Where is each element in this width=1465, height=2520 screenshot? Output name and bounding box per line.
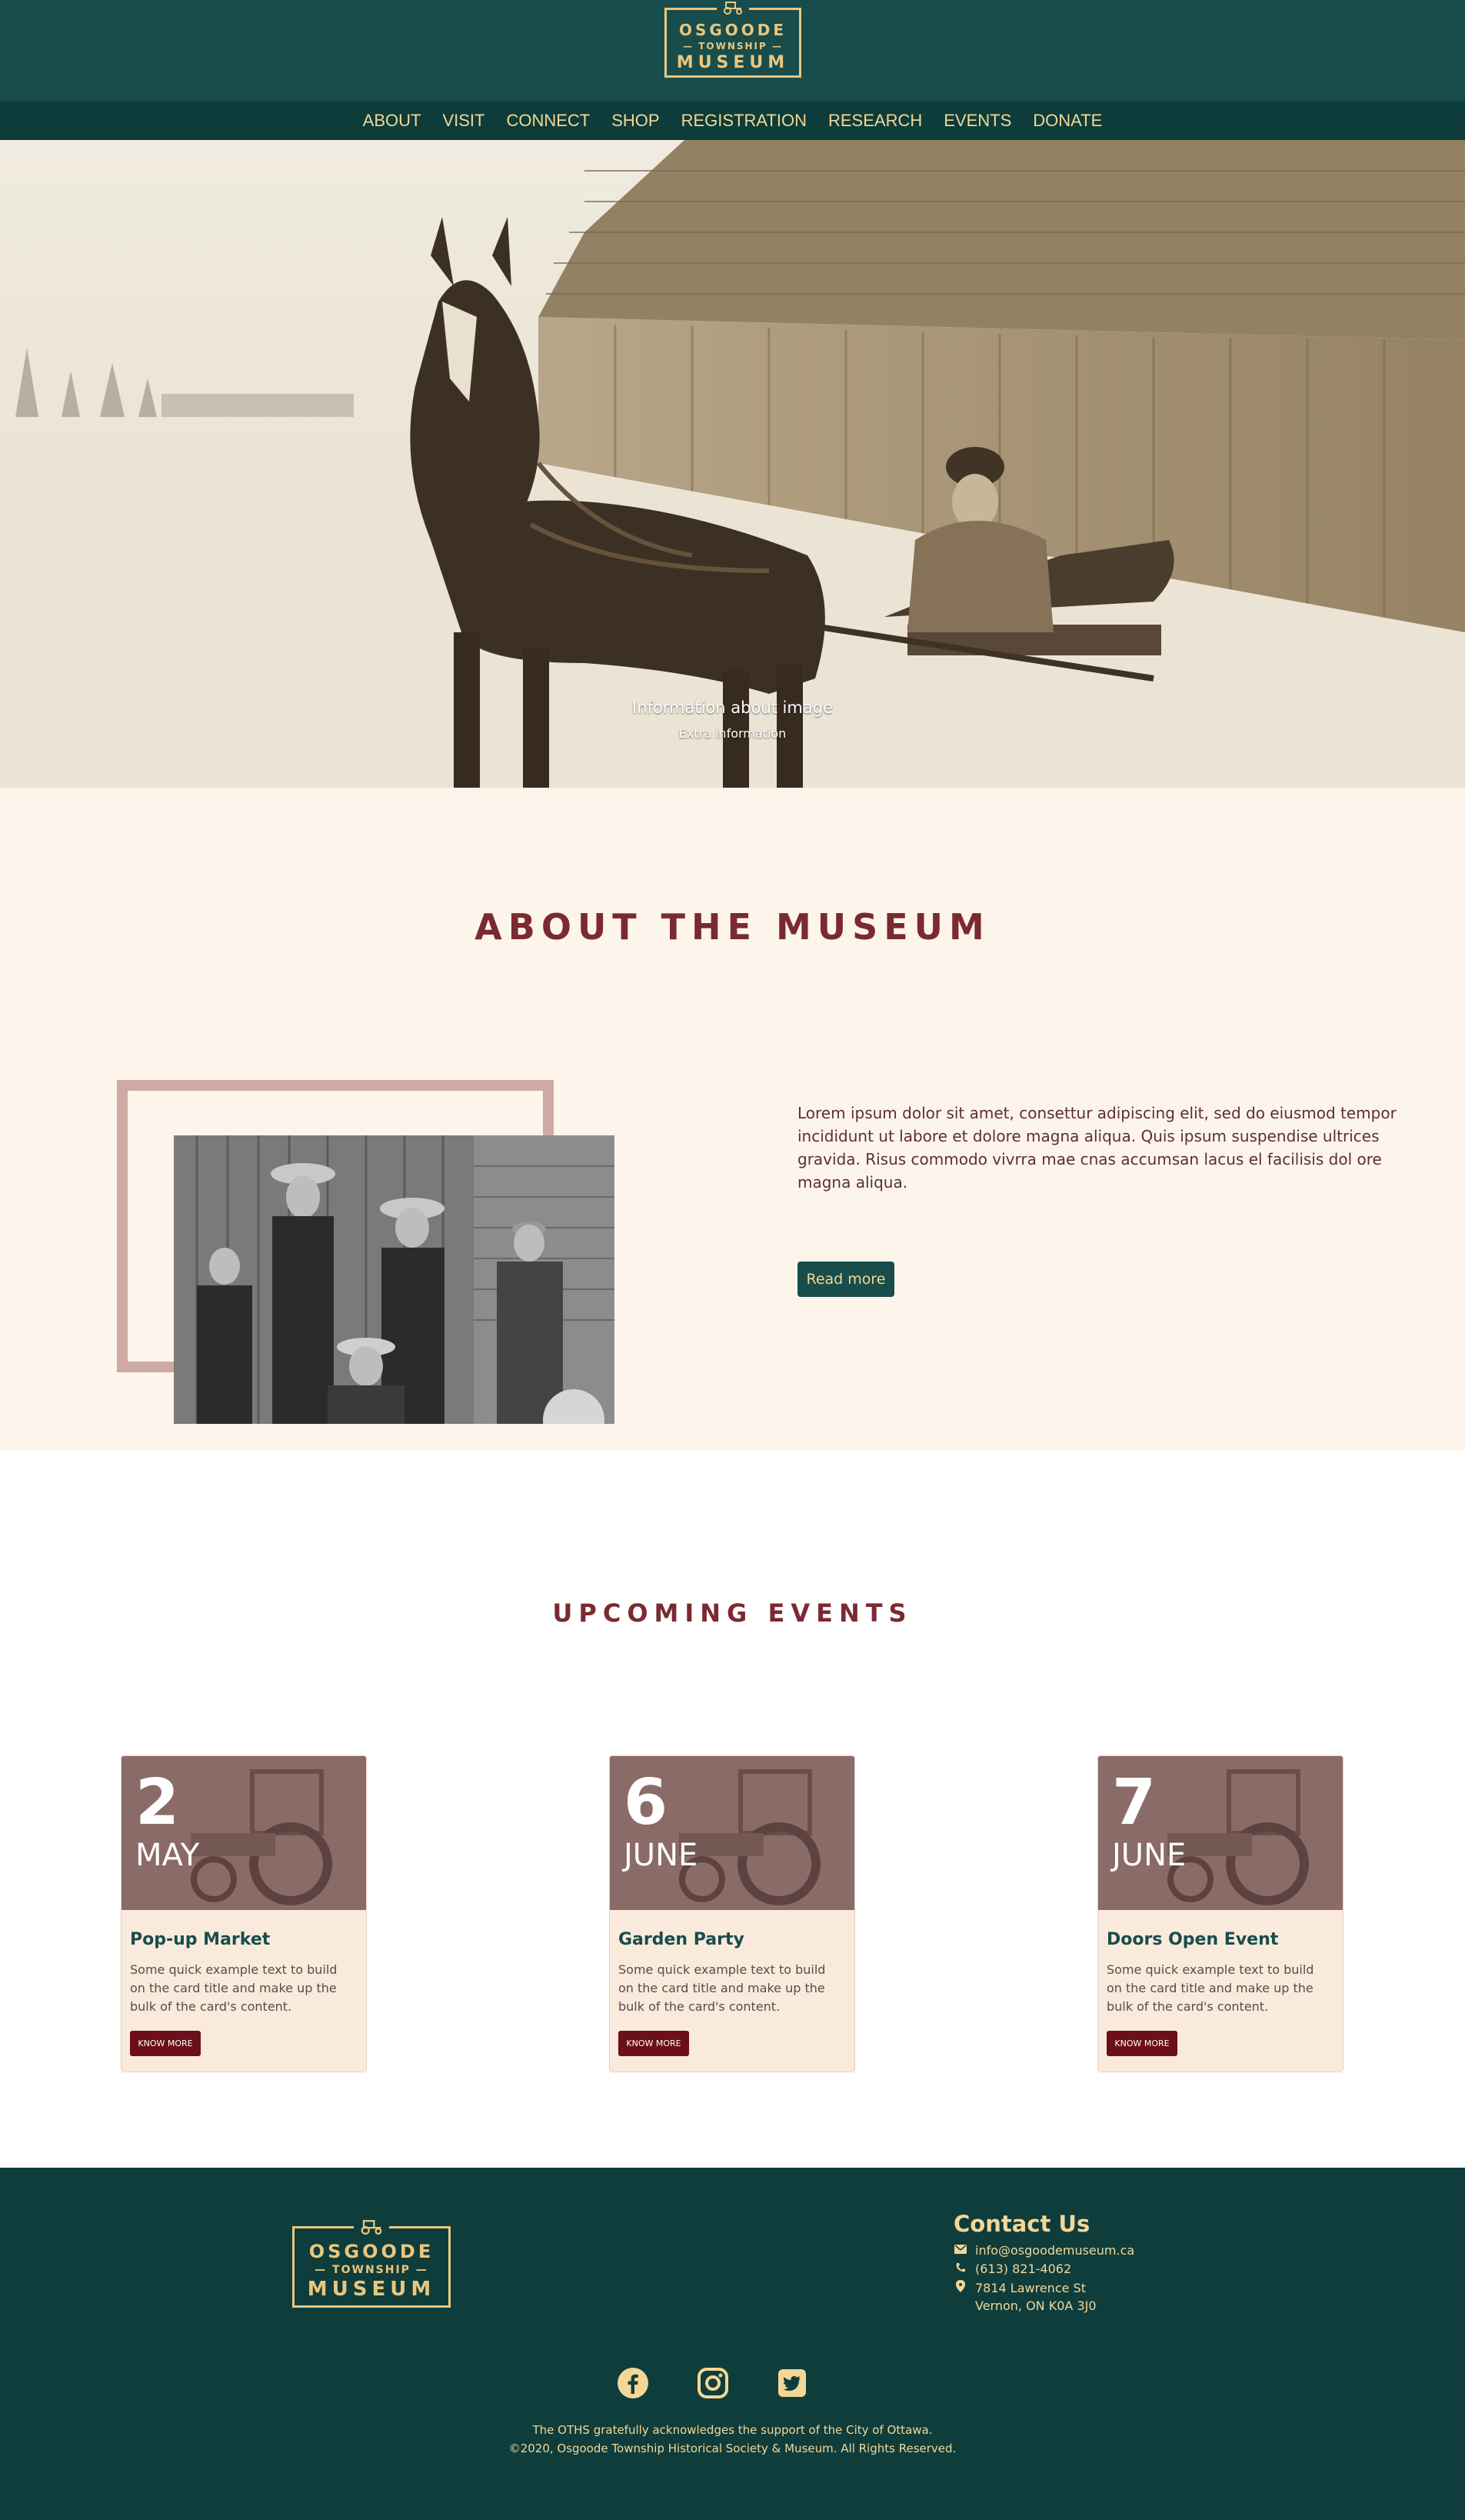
logo-line-2: — TOWNSHIP — bbox=[315, 2264, 428, 2276]
know-more-button[interactable]: KNOW MORE bbox=[618, 2031, 689, 2056]
nav-about[interactable]: ABOUT bbox=[363, 111, 421, 131]
event-month: MAY bbox=[135, 1838, 200, 1873]
facebook-icon[interactable] bbox=[616, 2366, 650, 2400]
events-title: UPCOMING EVENTS bbox=[552, 1598, 913, 1628]
logo-line-1: OSGOODE bbox=[308, 2241, 435, 2262]
event-day: 7 bbox=[1112, 1766, 1157, 1839]
hero-caption: Information about image bbox=[632, 698, 833, 717]
about-section: ABOUT THE MUSEUM Lorem ipsum dolor sit a… bbox=[0, 788, 1465, 1451]
event-month: JUNE bbox=[624, 1838, 698, 1873]
event-text: Some quick example text to build on the … bbox=[618, 1962, 826, 2014]
copyright-text: ©2020, Osgoode Township Historical Socie… bbox=[508, 2442, 957, 2455]
footer-logo[interactable]: OSGOODE — TOWNSHIP — MUSEUM bbox=[292, 2219, 451, 2308]
contact-address-line-1: 7814 Lawrence St bbox=[975, 2280, 1086, 2295]
contact-phone-text: (613) 821-4062 bbox=[975, 2262, 1072, 2276]
map-marker-icon bbox=[954, 2280, 967, 2295]
event-title: Pop-up Market bbox=[130, 1930, 271, 1949]
site-footer: OSGOODE — TOWNSHIP — MUSEUM Contact Us i… bbox=[0, 2168, 1465, 2520]
contact-address: 7814 Lawrence St bbox=[954, 2280, 1086, 2295]
about-photo bbox=[174, 1135, 614, 1424]
about-text: Lorem ipsum dolor sit amet, consettur ad… bbox=[797, 1104, 1397, 1192]
event-day: 6 bbox=[624, 1766, 668, 1839]
event-title: Doors Open Event bbox=[1107, 1930, 1279, 1949]
about-title: ABOUT THE MUSEUM bbox=[474, 906, 991, 948]
contact-address-line-2: Vernon, ON K0A 3J0 bbox=[975, 2298, 1097, 2313]
logo-line-1: OSGOODE bbox=[678, 21, 787, 39]
nav-visit[interactable]: VISIT bbox=[442, 111, 484, 131]
logo-line-3: MUSEUM bbox=[307, 2278, 436, 2301]
nav-research[interactable]: RESEARCH bbox=[828, 111, 922, 131]
know-more-button[interactable]: KNOW MORE bbox=[130, 2031, 201, 2056]
main-nav: ABOUT VISIT CONNECT SHOP REGISTRATION RE… bbox=[0, 102, 1465, 140]
event-text: Some quick example text to build on the … bbox=[130, 1962, 338, 2014]
nav-donate[interactable]: DONATE bbox=[1033, 111, 1102, 131]
hero-image bbox=[0, 140, 1465, 788]
event-month: JUNE bbox=[1112, 1838, 1187, 1873]
contact-title: Contact Us bbox=[954, 2211, 1090, 2237]
museum-logo[interactable]: OSGOODE — TOWNSHIP — MUSEUM bbox=[664, 1, 801, 78]
contact-address-2: Vernon, ON K0A 3J0 bbox=[954, 2298, 1097, 2313]
twitter-icon[interactable] bbox=[775, 2366, 809, 2400]
event-title: Garden Party bbox=[618, 1930, 744, 1949]
event-card: 6 JUNE Garden Party Some quick example t… bbox=[609, 1755, 855, 2072]
tractor-icon bbox=[717, 1, 749, 18]
phone-icon bbox=[954, 2262, 967, 2276]
logo-line-2: — TOWNSHIP — bbox=[683, 41, 783, 52]
nav-shop[interactable]: SHOP bbox=[611, 111, 659, 131]
event-card: 7 JUNE Doors Open Event Some quick examp… bbox=[1097, 1755, 1343, 2072]
contact-phone[interactable]: (613) 821-4062 bbox=[954, 2262, 1071, 2276]
contact-email[interactable]: info@osgoodemuseum.ca bbox=[954, 2243, 1134, 2258]
read-more-button[interactable]: Read more bbox=[797, 1262, 894, 1297]
hero-subcaption: Extra information bbox=[678, 726, 787, 741]
instagram-icon[interactable] bbox=[696, 2366, 730, 2400]
tractor-icon bbox=[354, 2219, 389, 2238]
hero-banner: Information about image Extra informatio… bbox=[0, 140, 1465, 788]
nav-events[interactable]: EVENTS bbox=[944, 111, 1011, 131]
site-header: OSGOODE — TOWNSHIP — MUSEUM bbox=[0, 0, 1465, 102]
event-card: 2 MAY Pop-up Market Some quick example t… bbox=[121, 1755, 367, 2072]
nav-registration[interactable]: REGISTRATION bbox=[681, 111, 807, 131]
event-day: 2 bbox=[135, 1766, 180, 1839]
know-more-button[interactable]: KNOW MORE bbox=[1107, 2031, 1177, 2056]
nav-connect[interactable]: CONNECT bbox=[506, 111, 590, 131]
acknowledgement-text: The OTHS gratefully acknowledges the sup… bbox=[532, 2423, 933, 2437]
logo-line-3: MUSEUM bbox=[676, 53, 790, 72]
event-text: Some quick example text to build on the … bbox=[1107, 1962, 1314, 2014]
contact-email-text: info@osgoodemuseum.ca bbox=[975, 2243, 1135, 2258]
envelope-icon bbox=[954, 2244, 967, 2257]
